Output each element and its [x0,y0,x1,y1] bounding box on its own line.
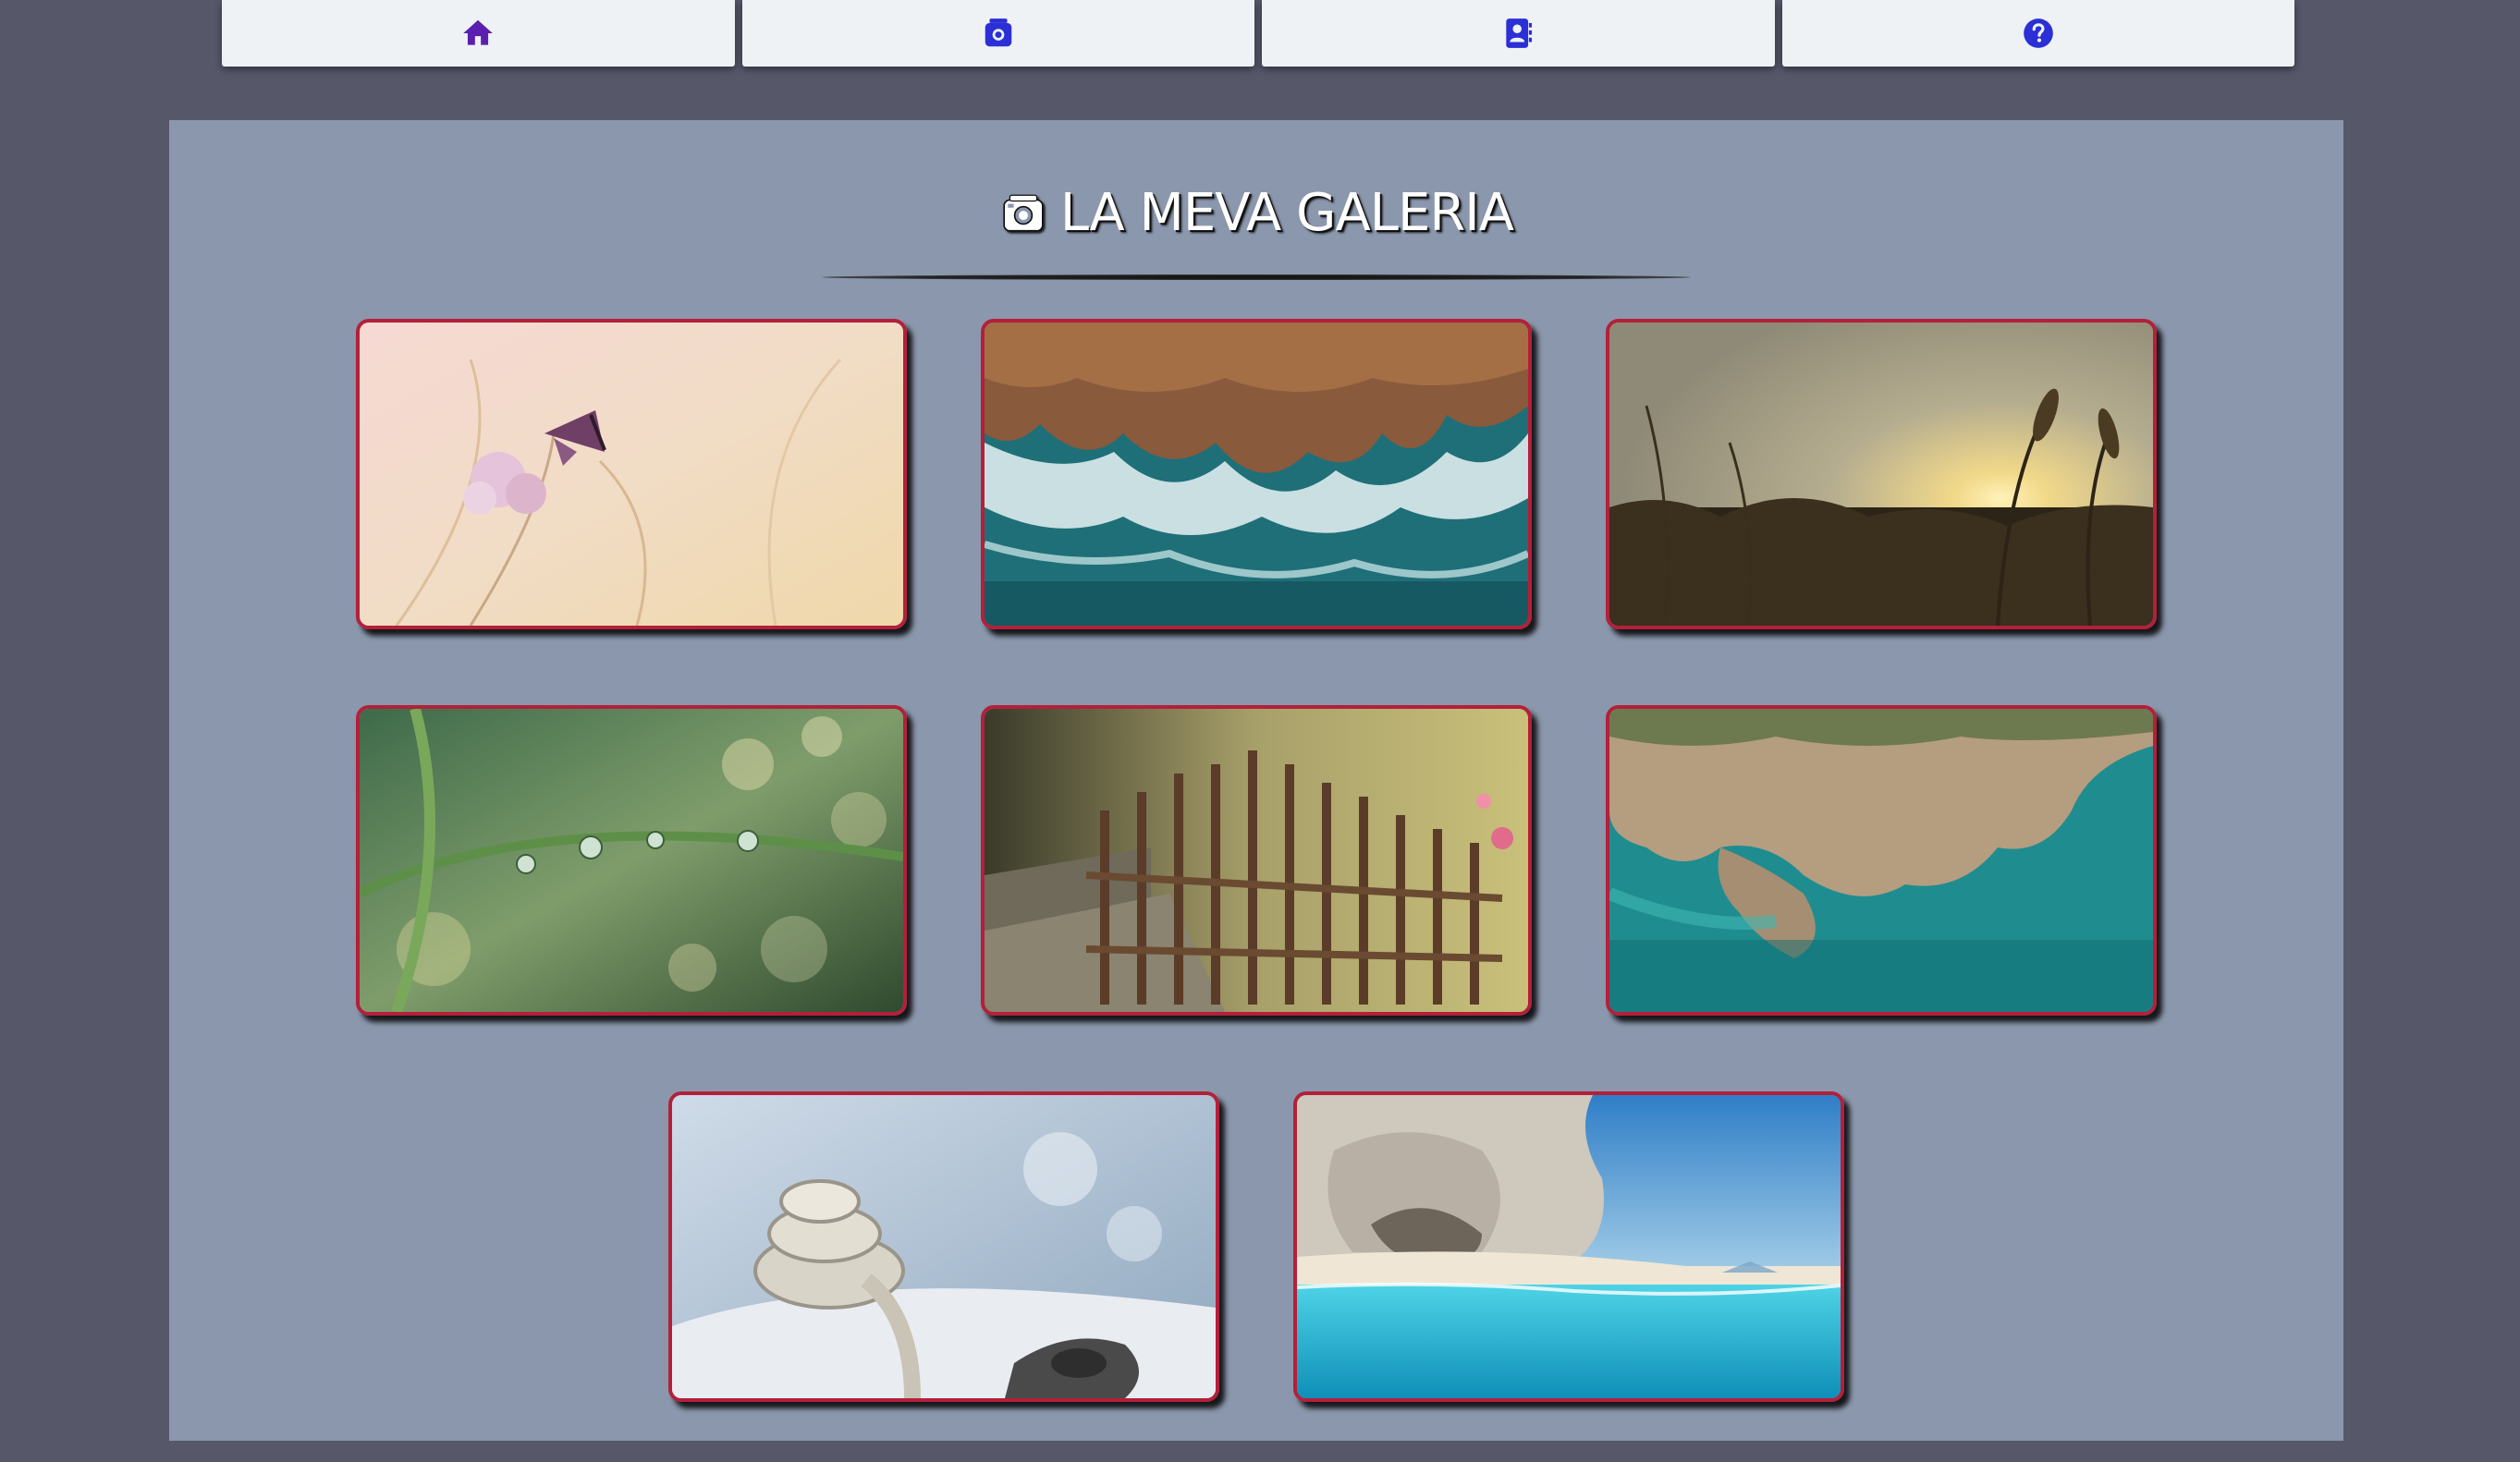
home-icon [460,16,495,51]
ocean-rocks-photo [985,323,1528,626]
wooden-fence-photo [985,709,1528,1012]
gallery-image-butterfly[interactable] [356,319,907,629]
nav-gallery-button[interactable] [741,0,1254,67]
gallery-image-wooden-fence[interactable] [981,705,1532,1016]
gallery-panel: La meva galeria [169,120,2343,1441]
tropical-beach-photo [1297,1095,1841,1398]
camera-icon [999,190,1047,237]
gallery-image-turquoise-coast[interactable] [1606,705,2157,1016]
nav-home-button[interactable] [222,0,735,67]
butterfly-photo [360,323,903,626]
help-icon [2021,16,2056,51]
top-navigation [222,0,2294,67]
nav-contact-button[interactable] [1262,0,1775,67]
gallery-image-ocean-rocks[interactable] [981,319,1532,629]
title-divider [822,274,1691,280]
turquoise-coast-photo [1609,709,2153,1012]
dew-drops-photo [360,709,903,1012]
gallery-icon [981,16,1016,51]
page-title-text: La meva galeria [1059,183,1514,243]
gallery-image-boat-rope[interactable] [668,1091,1219,1402]
contact-icon [1500,16,1535,51]
gallery-image-sunset-grass[interactable] [1606,319,2157,629]
boat-rope-photo [672,1095,1216,1398]
gallery-image-tropical-beach[interactable] [1293,1091,1844,1402]
page-title: La meva galeria [169,183,2343,243]
nav-help-button[interactable] [1781,0,2294,67]
gallery-image-dew-drops[interactable] [356,705,907,1016]
sunset-grass-photo [1609,323,2153,626]
